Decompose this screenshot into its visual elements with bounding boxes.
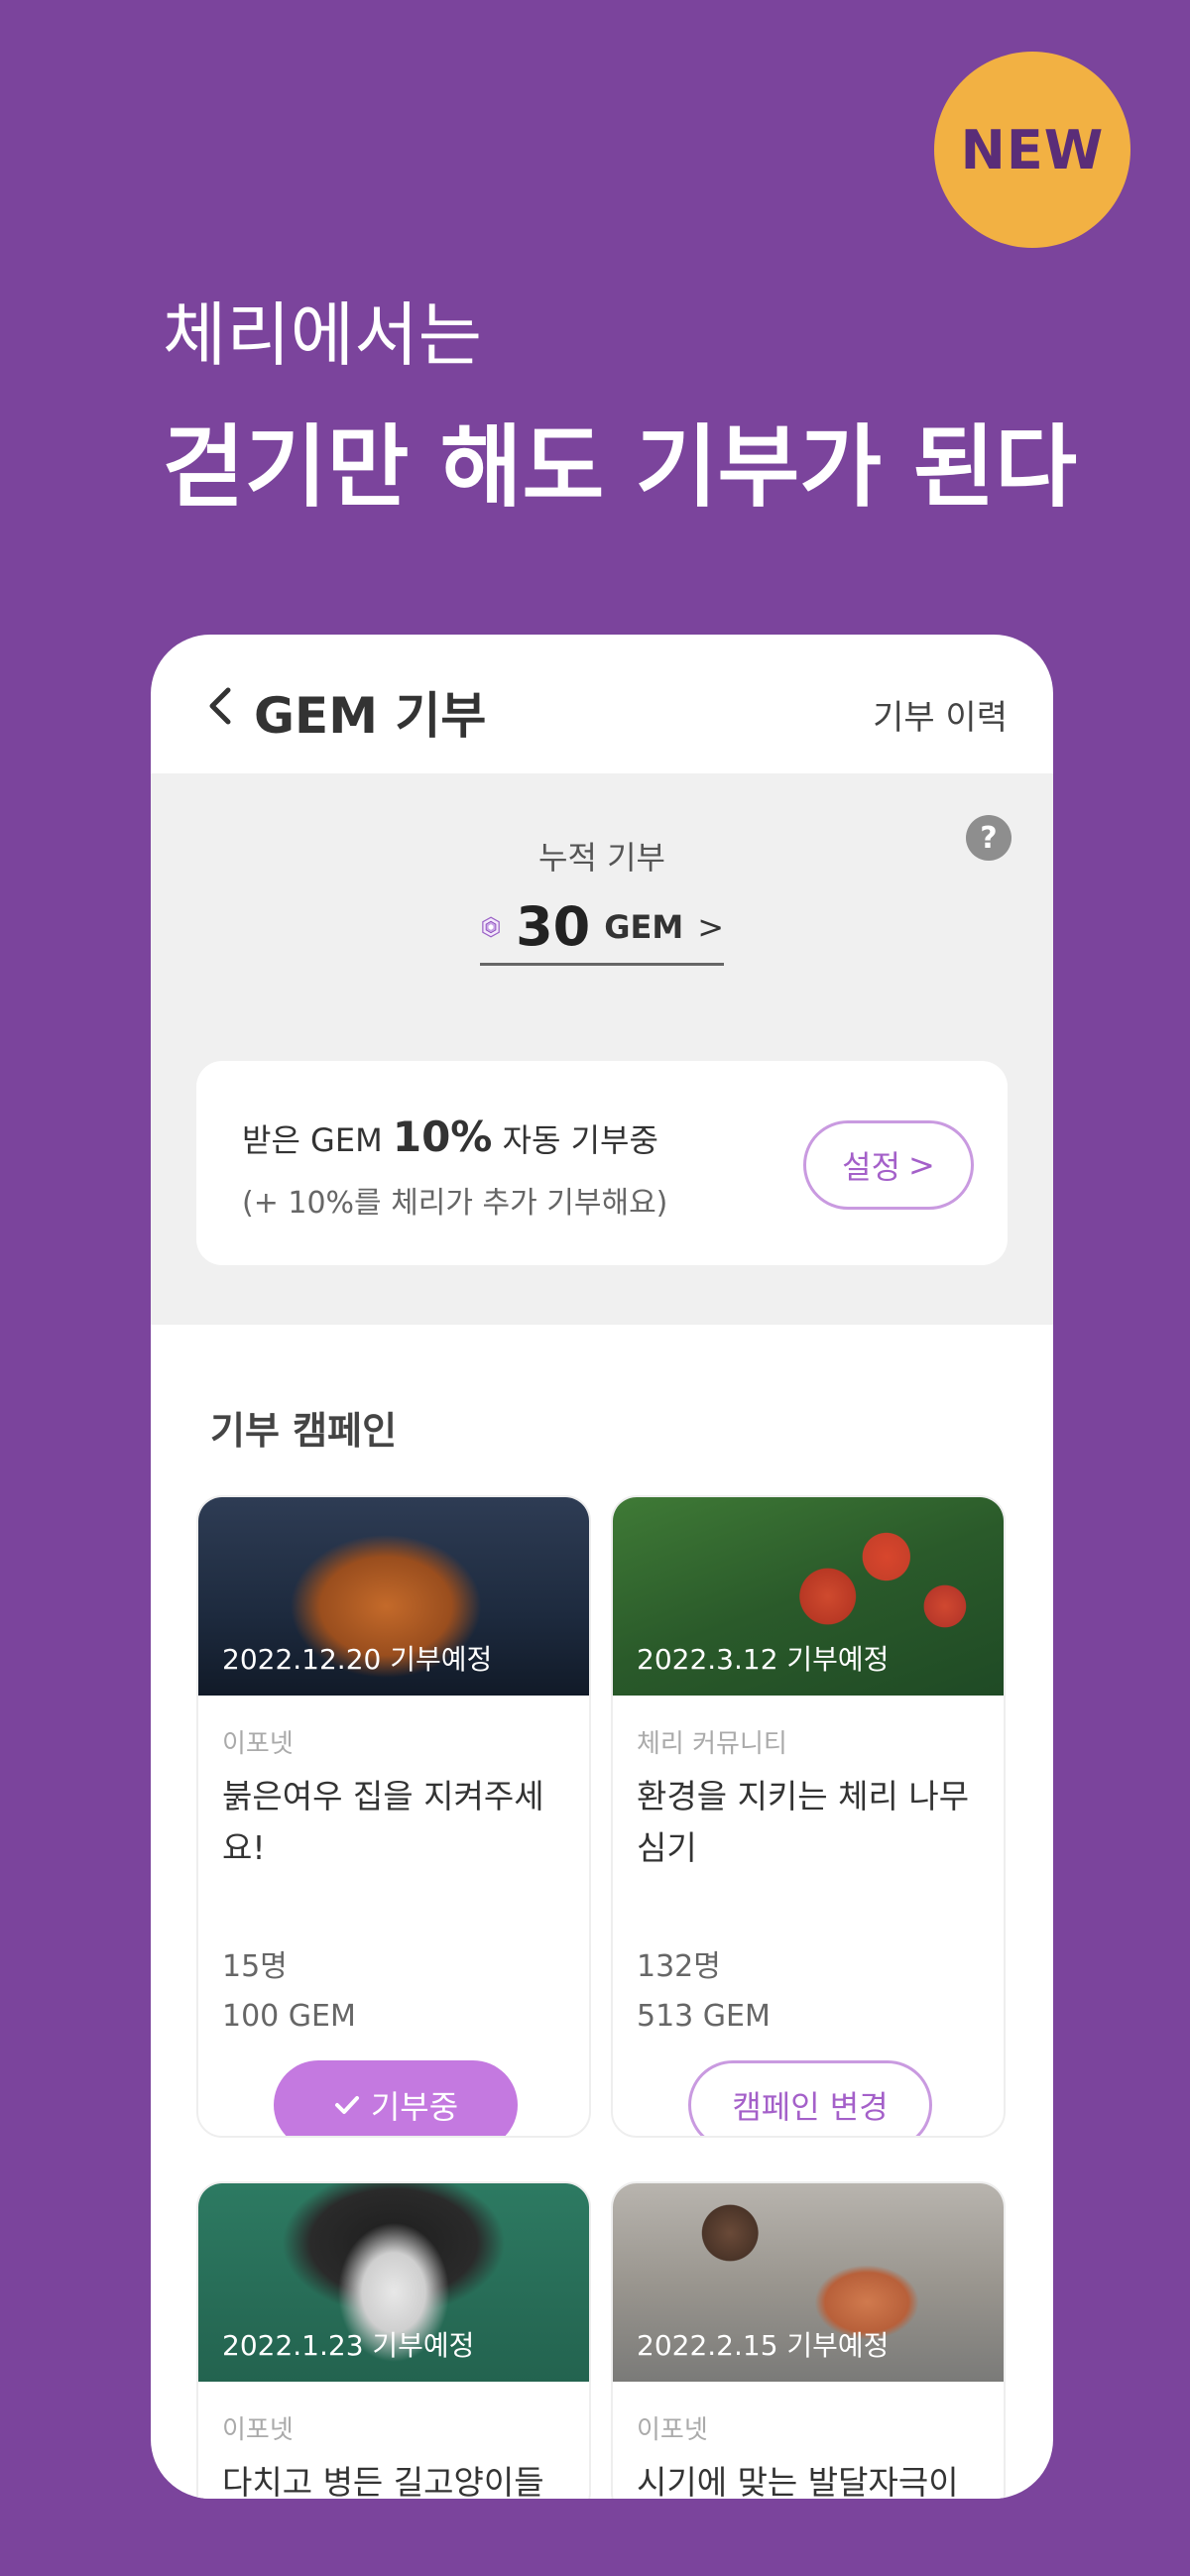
cumulative-donation-label: 누적 기부 [538,839,665,877]
campaign-date: 2022.12.20 기부예정 [222,1643,493,1676]
cumulative-gem-amount: 30 [516,895,591,958]
donation-summary: ? 누적 기부 30 GEM > 받은 GEM 10% 자동 기부중 (+ 10… [151,773,1053,1325]
new-badge: NEW [934,52,1130,248]
page-title: GEM 기부 [254,687,487,745]
auto-donate-card: 받은 GEM 10% 자동 기부중 (+ 10%를 체리가 추가 기부해요) 설… [196,1061,1008,1265]
campaign-card-cherry-tree[interactable]: 2022.3.12 기부예정 체리 커뮤니티 환경을 지키는 체리 나무 심기 … [611,1495,1006,2138]
change-campaign-button[interactable]: 캠페인 변경 [688,2060,932,2136]
cumulative-donation-value[interactable]: 30 GEM > [480,895,724,966]
campaign-card-stray-cats[interactable]: 2022.1.23 기부예정 이포넷 다치고 병든 길고양이들의 [196,2181,591,2499]
campaign-gem-total: 513 GEM [637,1999,771,2034]
donating-button[interactable]: 기부중 [274,2060,518,2136]
donation-history-link[interactable]: 기부 이력 [873,690,1008,739]
auto-donate-prefix: 받은 GEM [242,1121,393,1159]
campaign-title: 시기에 맞는 발달자극이 없 [637,2463,959,2499]
campaign-org: 이포넷 [222,1729,294,1759]
campaign-title: 붉은여우 집을 지켜주세요! [222,1777,544,1867]
donating-button-label: 기부중 [370,2088,459,2126]
chevron-right-icon: > [697,907,724,946]
check-icon [334,2096,359,2114]
back-button[interactable] [194,676,244,736]
chevron-right-icon: > [908,1146,935,1184]
change-campaign-button-label: 캠페인 변경 [732,2088,889,2126]
campaign-gem-total: 100 GEM [222,1999,356,2034]
auto-donate-percent: 10% [392,1112,493,1161]
campaign-card-fox[interactable]: 2022.12.20 기부예정 이포넷 붉은여우 집을 지켜주세요! 15명 1… [196,1495,591,2138]
campaign-card-child-development[interactable]: 2022.2.15 기부예정 이포넷 시기에 맞는 발달자극이 없 [611,2181,1006,2499]
chevron-left-icon [209,687,231,725]
campaign-participant-count: 15명 [222,1949,288,1984]
new-badge-label: NEW [960,118,1105,181]
promo-title: 걷기만 해도 기부가 된다 [163,415,1077,520]
campaign-date: 2022.2.15 기부예정 [637,2329,890,2362]
auto-donate-suffix: 자동 기부중 [492,1121,658,1159]
campaign-org: 이포넷 [222,2415,294,2445]
campaign-org: 체리 커뮤니티 [637,1729,787,1759]
campaign-org: 이포넷 [637,2415,708,2445]
campaign-participant-count: 132명 [637,1949,721,1984]
campaigns-section-title: 기부 캠페인 [210,1409,398,1453]
auto-donate-note: (+ 10%를 체리가 추가 기부해요) [242,1186,668,1221]
settings-button[interactable]: 설정 > [803,1120,974,1210]
app-header: GEM 기부 기부 이력 [151,635,1053,773]
campaign-title: 환경을 지키는 체리 나무 심기 [637,1777,970,1867]
gem-icon [482,915,500,938]
campaign-date: 2022.3.12 기부예정 [637,1643,890,1676]
cumulative-gem-unit: GEM [604,907,684,946]
campaign-title: 다치고 병든 길고양이들의 [222,2463,544,2499]
promo-subtitle: 체리에서는 [163,294,482,376]
campaign-date: 2022.1.23 기부예정 [222,2329,475,2362]
settings-button-label: 설정 [842,1148,901,1186]
auto-donate-status: 받은 GEM 10% 자동 기부중 [242,1112,658,1161]
phone-screen: GEM 기부 기부 이력 ? 누적 기부 30 GEM > 받은 GEM 10%… [151,635,1053,2499]
